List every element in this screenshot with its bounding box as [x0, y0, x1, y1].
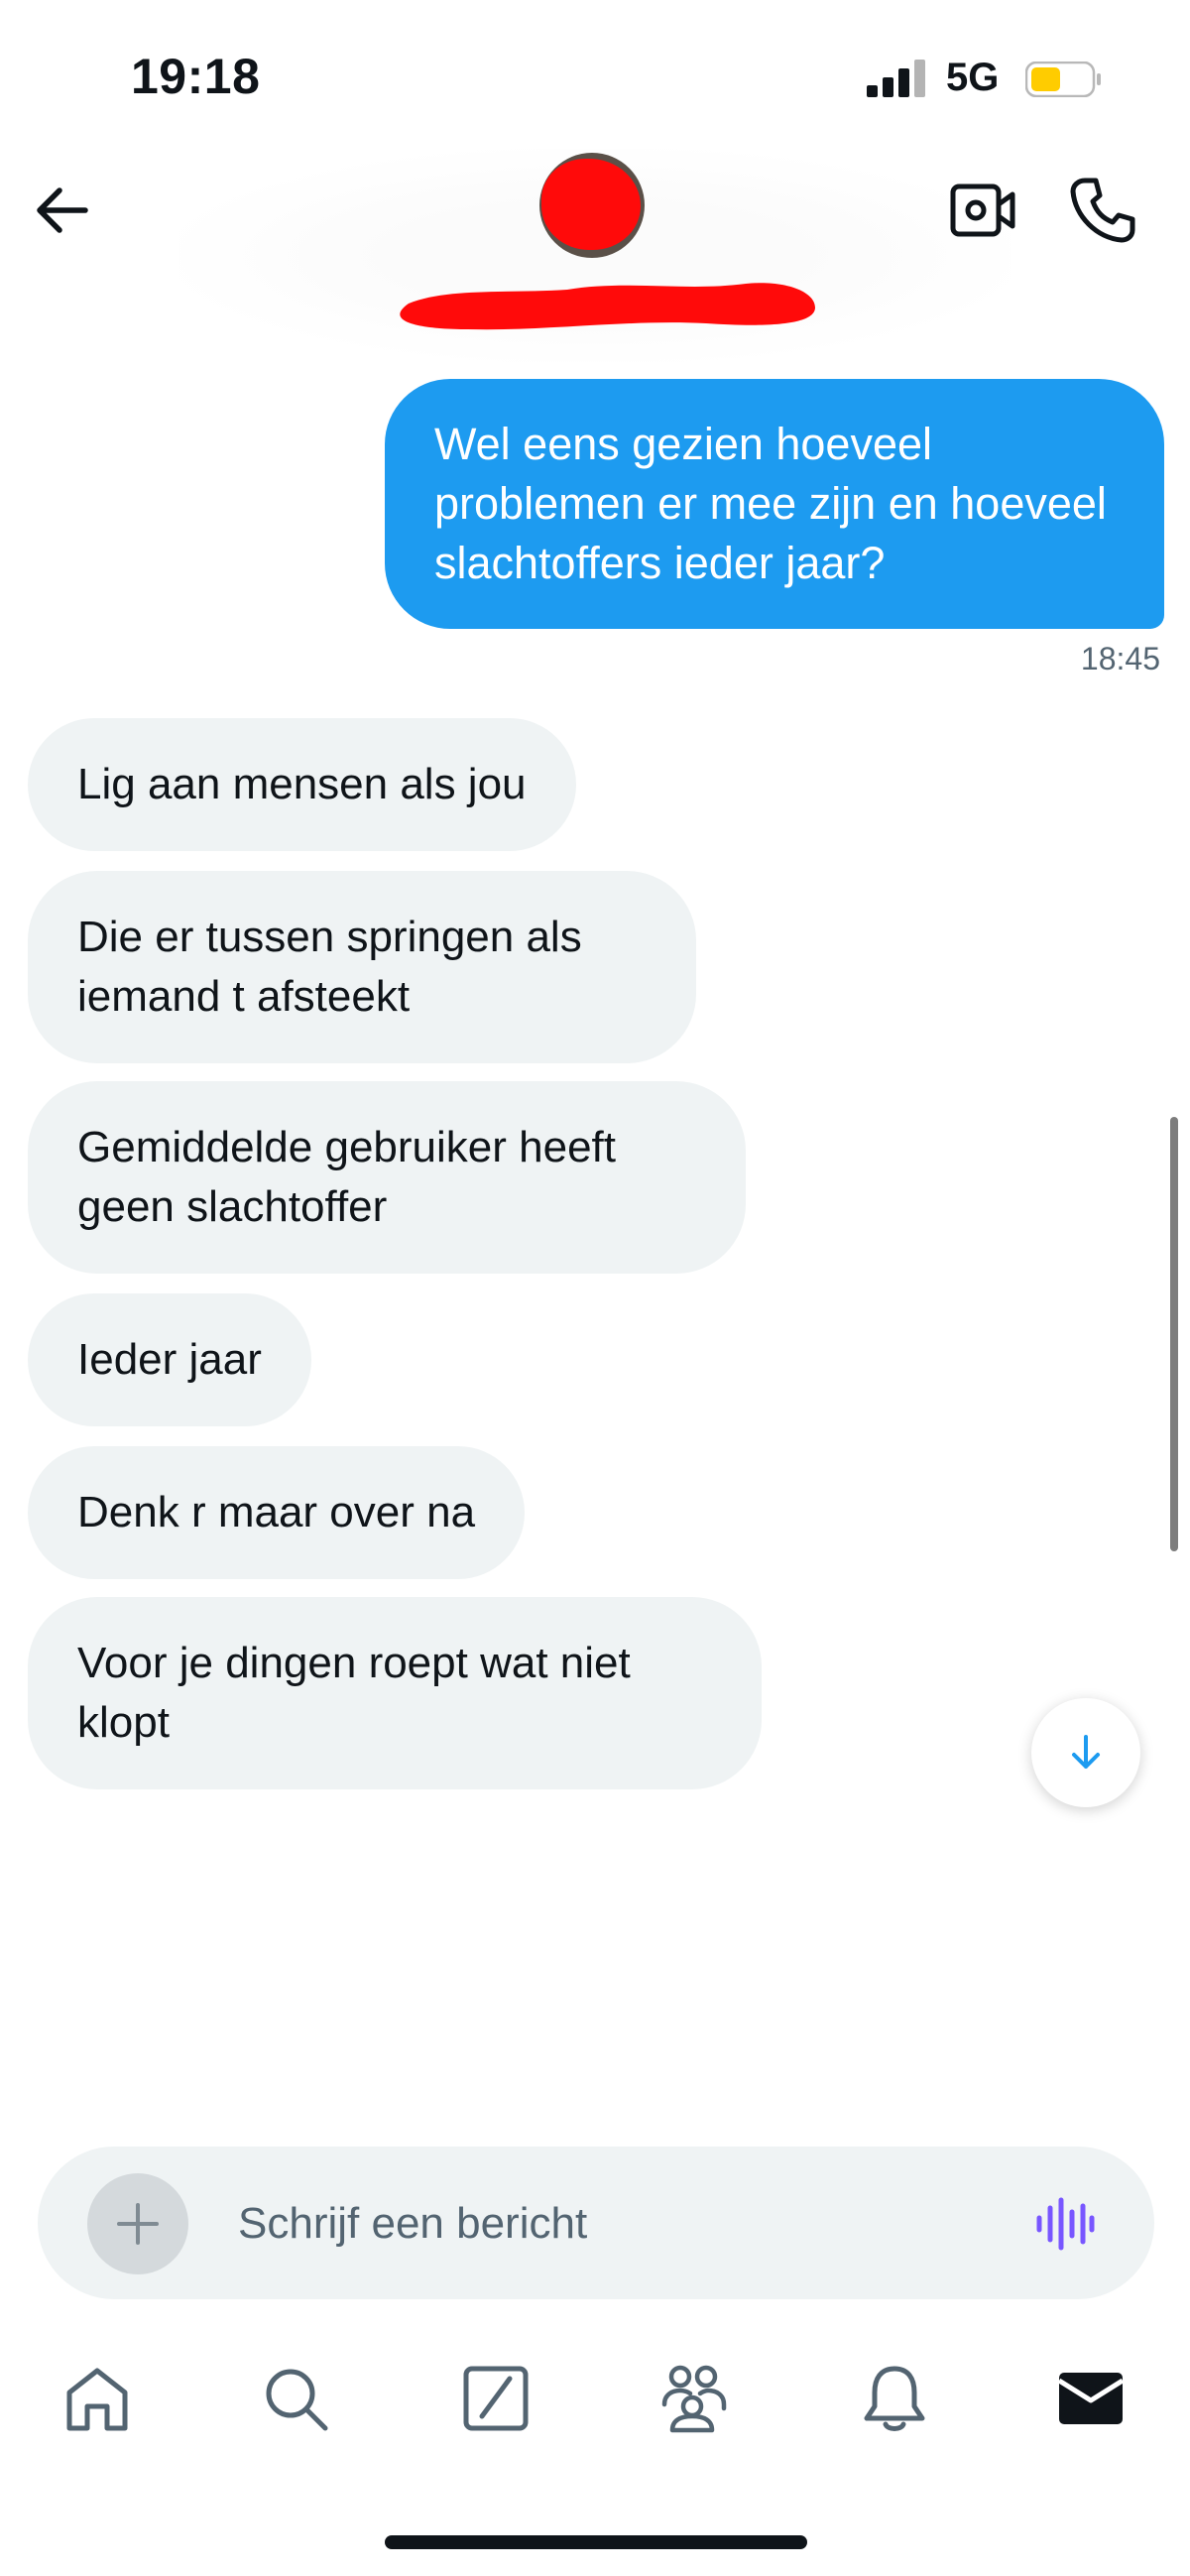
dm-conversation-screen: 19:18 5G Wel eens gezien hoeveel problem…	[0, 0, 1190, 2576]
communities-icon[interactable]	[658, 2363, 730, 2434]
video-camera-icon[interactable]	[950, 181, 1015, 240]
home-indicator	[385, 2535, 807, 2549]
message-bubble-received[interactable]: Voor je dingen roept wat niet klopt	[28, 1597, 762, 1789]
cellular-signal-icon	[867, 60, 925, 97]
contact-avatar[interactable]	[539, 153, 645, 258]
message-bubble-received[interactable]: Denk r maar over na	[28, 1446, 526, 1579]
voice-waveform-icon[interactable]	[1035, 2196, 1095, 2252]
phone-icon[interactable]	[1069, 177, 1136, 244]
add-attachment-button[interactable]	[87, 2173, 188, 2274]
message-bubble-received[interactable]: Gemiddelde gebruiker heeft geen slachtof…	[28, 1081, 746, 1274]
message-bubble-received[interactable]: Ieder jaar	[28, 1293, 311, 1426]
message-input[interactable]	[238, 2194, 992, 2254]
battery-level-fill	[1031, 67, 1060, 91]
search-icon[interactable]	[260, 2363, 331, 2434]
scroll-to-bottom-button[interactable]	[1031, 1698, 1140, 1807]
grok-icon[interactable]	[460, 2363, 532, 2434]
arrow-down-icon	[1072, 1735, 1100, 1769]
message-bubble-received[interactable]: Lig aan mensen als jou	[28, 718, 576, 851]
home-icon[interactable]	[61, 2363, 133, 2434]
message-timestamp: 18:45	[1080, 641, 1160, 676]
message-bubble-sent[interactable]: Wel eens gezien hoeveel problemen er mee…	[385, 379, 1164, 629]
network-type: 5G	[946, 56, 1000, 99]
battery-icon	[1025, 61, 1101, 97]
plus-icon	[117, 2203, 159, 2245]
status-time: 19:18	[131, 49, 261, 104]
message-bubble-received[interactable]: Die er tussen springen als iemand t afst…	[28, 871, 696, 1063]
redaction-mark	[541, 159, 641, 250]
bell-icon[interactable]	[859, 2363, 930, 2434]
mail-icon[interactable]	[1055, 2363, 1127, 2434]
scrollbar[interactable]	[1170, 1117, 1178, 1551]
arrow-left-icon[interactable]	[34, 184, 89, 236]
contact-name-redaction	[400, 283, 815, 330]
message-composer	[38, 2147, 1154, 2299]
